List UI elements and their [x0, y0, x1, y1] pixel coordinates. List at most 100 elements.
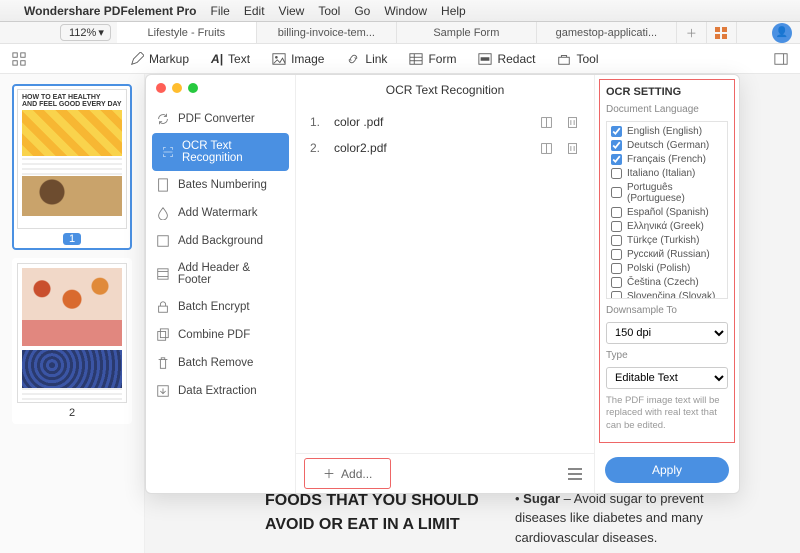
sidebar-item-batch-remove[interactable]: Batch Remove [146, 349, 295, 377]
menu-help[interactable]: Help [441, 4, 466, 18]
language-label-text: Ελληνικά (Greek) [627, 221, 704, 232]
tab-add[interactable]: ＋ [677, 22, 707, 43]
menu-edit[interactable]: Edit [244, 4, 265, 18]
language-checkbox[interactable] [611, 126, 622, 137]
menu-tool[interactable]: Tool [318, 4, 340, 18]
type-select[interactable]: Editable Text [606, 367, 728, 389]
sidebar-item-ocr[interactable]: OCR Text Recognition [152, 133, 289, 171]
ocr-dialog: PDF Converter OCR Text Recognition Bates… [145, 74, 740, 494]
language-checkbox[interactable] [611, 291, 622, 300]
menu-window[interactable]: Window [384, 4, 427, 18]
language-checkbox[interactable] [611, 187, 622, 198]
thumb-number: 1 [63, 233, 81, 245]
apps-grid-icon[interactable] [12, 52, 26, 66]
language-checkbox[interactable] [611, 277, 622, 288]
stack-icon [156, 328, 170, 342]
sidebar-item-data-extraction[interactable]: Data Extraction [146, 377, 295, 405]
menu-file[interactable]: File [211, 4, 230, 18]
add-label: Add... [341, 467, 372, 481]
sidebar-item-bates[interactable]: Bates Numbering [146, 171, 295, 199]
tab-label: Lifestyle - Fruits [148, 27, 226, 39]
ocr-heading: OCR SETTING [606, 86, 728, 98]
language-option[interactable]: English (English) [609, 124, 725, 138]
panel-right-icon[interactable] [774, 52, 788, 66]
language-label-text: Русский (Russian) [627, 249, 710, 260]
sidebar-item-pdf-converter[interactable]: PDF Converter [146, 105, 295, 133]
language-option[interactable]: Deutsch (German) [609, 138, 725, 152]
tool-image[interactable]: Image [272, 52, 324, 66]
toolbar-label: Form [428, 52, 456, 66]
close-icon[interactable] [156, 83, 166, 93]
toolbar-label: Image [291, 52, 324, 66]
square-icon [156, 234, 170, 248]
menu-go[interactable]: Go [354, 4, 370, 18]
minimize-icon[interactable] [172, 83, 182, 93]
language-checkbox[interactable] [611, 263, 622, 274]
language-label-text: Deutsch (German) [627, 140, 709, 151]
language-option[interactable]: Italiano (Italian) [609, 166, 725, 180]
tab-lifestyle[interactable]: Lifestyle - Fruits [117, 22, 257, 43]
language-option[interactable]: Ελληνικά (Greek) [609, 219, 725, 233]
sidebar-item-combine[interactable]: Combine PDF [146, 321, 295, 349]
trash-icon [156, 356, 170, 370]
tab-gamestop[interactable]: gamestop-applicati... [537, 22, 677, 43]
menu-view[interactable]: View [279, 4, 305, 18]
file-row[interactable]: 1. color .pdf [308, 109, 582, 135]
language-option[interactable]: Français (French) [609, 152, 725, 166]
add-files-button[interactable]: ＋ Add... [304, 458, 391, 489]
file-name: color .pdf [334, 115, 528, 129]
language-checkbox[interactable] [611, 168, 622, 179]
tab-apps-icon[interactable] [707, 22, 737, 43]
language-option[interactable]: Slovenčina (Slovak) [609, 289, 725, 299]
zoom-window-icon[interactable] [188, 83, 198, 93]
remove-file-icon[interactable] [564, 114, 580, 130]
apply-button[interactable]: Apply [605, 457, 729, 483]
downsample-select[interactable]: 150 dpi [606, 322, 728, 344]
sidebar-item-background[interactable]: Add Background [146, 227, 295, 255]
sidebar-item-label: Bates Numbering [178, 179, 267, 191]
tool-text[interactable]: A|Text [211, 52, 250, 66]
page-range-icon[interactable] [538, 114, 554, 130]
sidebar-item-header-footer[interactable]: Add Header & Footer [146, 255, 295, 293]
sidebar-item-label: Add Background [178, 235, 263, 247]
user-avatar[interactable]: 👤 [772, 23, 792, 43]
language-option[interactable]: Türkçe (Turkish) [609, 233, 725, 247]
page-range-icon[interactable] [538, 140, 554, 156]
file-row[interactable]: 2. color2.pdf [308, 135, 582, 161]
sidebar-item-watermark[interactable]: Add Watermark [146, 199, 295, 227]
tool-redact[interactable]: Redact [478, 52, 535, 66]
language-checkbox[interactable] [611, 221, 622, 232]
tool-tool[interactable]: Tool [557, 52, 598, 66]
toolbox-icon [557, 52, 571, 66]
tool-form[interactable]: Form [409, 52, 456, 66]
language-checkbox[interactable] [611, 154, 622, 165]
zoom-control[interactable]: 112% ▾ [60, 24, 111, 41]
tool-link[interactable]: Link [346, 52, 387, 66]
remove-file-icon[interactable] [564, 140, 580, 156]
language-option[interactable]: Português (Portuguese) [609, 180, 725, 205]
language-checkbox[interactable] [611, 207, 622, 218]
thumbnail-page-1[interactable]: HOW TO EAT HEALTHY AND FEEL GOOD EVERY D… [12, 84, 132, 250]
language-checkbox[interactable] [611, 235, 622, 246]
language-option[interactable]: Español (Spanish) [609, 205, 725, 219]
file-name: color2.pdf [334, 141, 528, 155]
list-options-icon[interactable] [564, 463, 586, 485]
editor-toolbar: Markup A|Text Image Link Form Redact Too… [0, 44, 800, 74]
language-option[interactable]: Русский (Russian) [609, 247, 725, 261]
file-number: 2. [310, 141, 324, 155]
tab-billing[interactable]: billing-invoice-tem... [257, 22, 397, 43]
tool-markup[interactable]: Markup [130, 52, 189, 66]
toolbar-label: Text [228, 52, 250, 66]
thumb-heading: AND FEEL GOOD EVERY DAY [22, 101, 122, 108]
sidebar-item-batch-encrypt[interactable]: Batch Encrypt [146, 293, 295, 321]
language-option[interactable]: Polski (Polish) [609, 261, 725, 275]
language-checkbox[interactable] [611, 140, 622, 151]
scan-icon [162, 145, 174, 159]
language-list[interactable]: English (English) Deutsch (German)Françai… [606, 121, 728, 299]
tab-sample-form[interactable]: Sample Form [397, 22, 537, 43]
lock-icon [156, 300, 170, 314]
language-checkbox[interactable] [611, 249, 622, 260]
document-tabs: Lifestyle - Fruits billing-invoice-tem..… [117, 22, 766, 43]
language-option[interactable]: Čeština (Czech) [609, 275, 725, 289]
thumbnail-page-2[interactable]: 2 [12, 258, 132, 424]
